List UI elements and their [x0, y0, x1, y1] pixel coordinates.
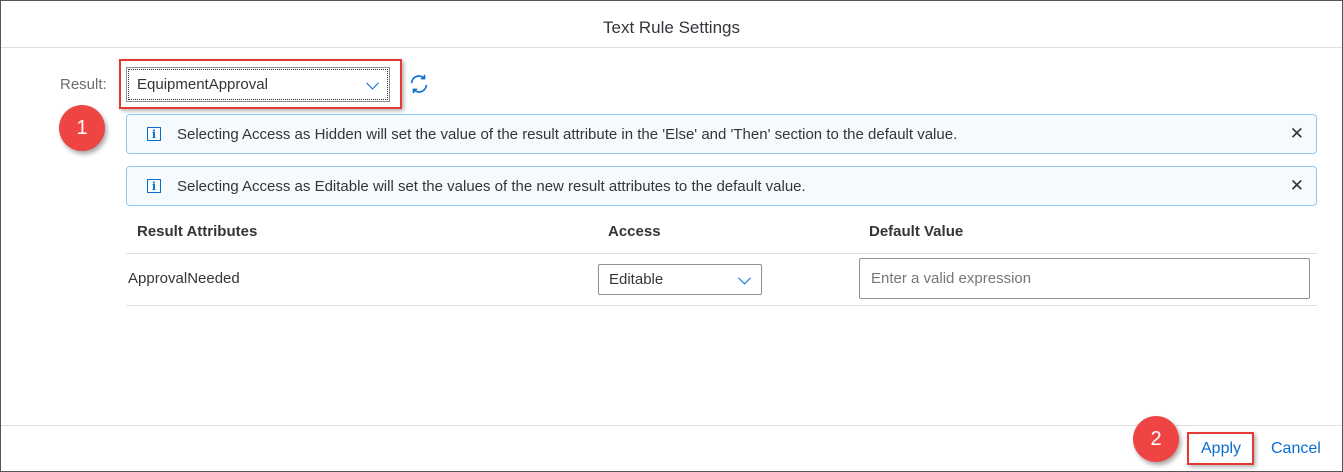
message-text: Selecting Access as Hidden will set the …	[177, 125, 958, 143]
divider	[126, 305, 1317, 306]
default-value-input[interactable]: Enter a valid expression	[859, 258, 1310, 299]
header-default-value: Default Value	[869, 223, 964, 240]
attribute-name: ApprovalNeeded	[128, 270, 240, 287]
header-access: Access	[608, 223, 661, 240]
dialog-title: Text Rule Settings	[602, 18, 740, 37]
message-text: Selecting Access as Editable will set th…	[177, 177, 806, 195]
cancel-button[interactable]: Cancel	[1271, 440, 1321, 458]
chevron-down-icon	[738, 271, 751, 285]
divider	[1, 47, 1342, 48]
close-icon[interactable]: ✕	[1290, 176, 1304, 196]
divider	[126, 253, 1317, 254]
chevron-down-icon	[366, 76, 379, 90]
access-select[interactable]: Editable	[598, 264, 762, 295]
result-label: Result:	[60, 76, 107, 93]
info-message-editable: i Selecting Access as Editable will set …	[126, 166, 1317, 206]
info-icon: i	[147, 127, 161, 141]
result-select-value: EquipmentApproval	[137, 76, 268, 93]
apply-button[interactable]: Apply	[1201, 440, 1241, 458]
info-message-hidden: i Selecting Access as Hidden will set th…	[126, 114, 1317, 154]
header-result-attributes: Result Attributes	[137, 223, 258, 240]
callout-2: 2	[1133, 416, 1179, 462]
info-icon: i	[147, 179, 161, 193]
result-select[interactable]: EquipmentApproval	[126, 67, 390, 102]
refresh-icon[interactable]	[408, 73, 430, 95]
callout-1: 1	[59, 105, 105, 151]
access-select-value: Editable	[609, 271, 664, 288]
close-icon[interactable]: ✕	[1290, 124, 1304, 144]
